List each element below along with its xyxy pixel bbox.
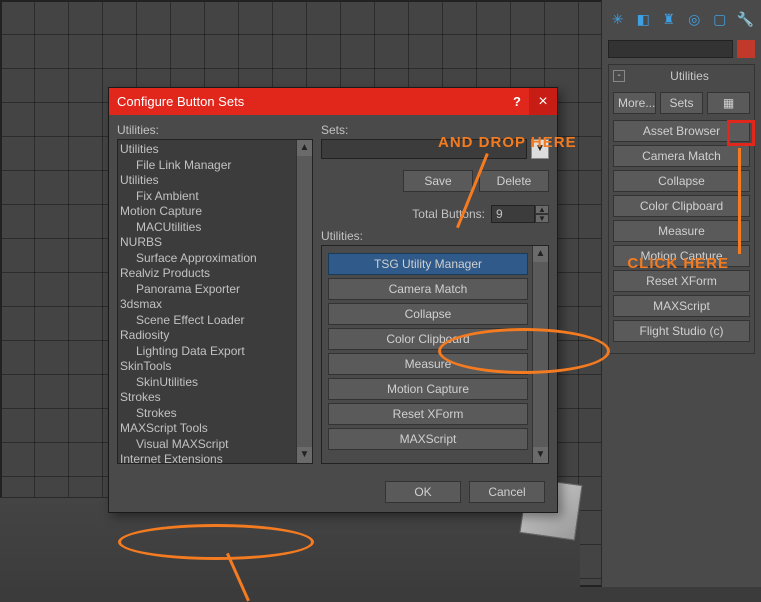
dialog-footer: OK Cancel: [109, 472, 557, 512]
panel-filter-row: [608, 40, 755, 58]
close-button[interactable]: ×: [529, 88, 557, 115]
delete-button[interactable]: Delete: [479, 170, 549, 192]
tree-item[interactable]: Panorama Exporter: [120, 282, 312, 298]
utility-button[interactable]: Asset Browser: [613, 120, 750, 142]
utility-slot-button[interactable]: Collapse: [328, 303, 528, 325]
utility-slot-button[interactable]: Measure: [328, 353, 528, 375]
hierarchy-tab-icon[interactable]: ♜: [659, 9, 679, 29]
rollout-title: Utilities: [629, 69, 750, 83]
tree-scrollbar[interactable]: ▲ ▼: [296, 140, 312, 463]
annotation-drop-here: AND DROP HERE: [438, 134, 577, 151]
tree-item[interactable]: Fix Ambient: [120, 189, 312, 205]
utility-button[interactable]: Collapse: [613, 170, 750, 192]
utility-button[interactable]: Measure: [613, 220, 750, 242]
tree-category[interactable]: Utilities: [120, 173, 312, 189]
save-button[interactable]: Save: [403, 170, 473, 192]
list-scrollbar[interactable]: ▲ ▼: [532, 246, 548, 463]
utility-button[interactable]: Reset XForm: [613, 270, 750, 292]
utility-slot-button[interactable]: Camera Match: [328, 278, 528, 300]
scroll-up-icon[interactable]: ▲: [297, 140, 312, 156]
tree-item[interactable]: File Link Manager: [120, 158, 312, 174]
total-buttons-input[interactable]: [491, 205, 535, 223]
motion-tab-icon[interactable]: ◎: [685, 9, 705, 29]
annotation-click-here: CLICK HERE: [627, 255, 729, 272]
rollout-toggle[interactable]: -: [613, 70, 625, 82]
right-column: Sets: ▼ Save Delete Total Buttons: ▲ ▼: [321, 123, 549, 464]
utility-buttons-list[interactable]: TSG Utility Manager Camera Match Collapse C…: [321, 245, 549, 464]
modify-tab-icon[interactable]: ◧: [634, 9, 654, 29]
utilities-tree[interactable]: UtilitiesFile Link ManagerUtilitiesFix A…: [117, 139, 313, 464]
tree-category[interactable]: Motion Capture: [120, 204, 312, 220]
utility-button[interactable]: Color Clipboard: [613, 195, 750, 217]
total-buttons-spinner[interactable]: ▲ ▼: [491, 205, 549, 223]
utilities-rollout: - Utilities More... Sets ▦ Asset Browser…: [608, 64, 755, 354]
tree-category[interactable]: 3dsmax: [120, 297, 312, 313]
cancel-button[interactable]: Cancel: [469, 481, 545, 503]
scroll-down-icon[interactable]: ▼: [533, 447, 548, 463]
utilities-tab-icon[interactable]: 🔧: [736, 9, 756, 29]
scroll-up-icon[interactable]: ▲: [533, 246, 548, 262]
tree-item[interactable]: MACUtilities: [120, 220, 312, 236]
tree-item[interactable]: Strokes: [120, 406, 312, 422]
tree-category[interactable]: MAXScript Tools: [120, 421, 312, 437]
tree-item[interactable]: Surface Approximation: [120, 251, 312, 267]
tree-category[interactable]: Internet Extensions: [120, 452, 312, 464]
tree-category[interactable]: NURBS: [120, 235, 312, 251]
command-panel: ✳ ◧ ♜ ◎ ▢ 🔧 - Utilities More... Sets ▦ A…: [601, 0, 761, 587]
utility-slot-button[interactable]: MAXScript: [328, 428, 528, 450]
tree-item[interactable]: Lighting Data Export: [120, 344, 312, 360]
utility-button[interactable]: Flight Studio (c): [613, 320, 750, 342]
spinner-down-icon[interactable]: ▼: [535, 214, 549, 223]
panel-tabs: ✳ ◧ ♜ ◎ ▢ 🔧: [602, 0, 761, 38]
spinner-up-icon[interactable]: ▲: [535, 205, 549, 214]
dialog-title: Configure Button Sets: [117, 94, 505, 109]
more-button[interactable]: More...: [613, 92, 656, 114]
left-column: Utilities: UtilitiesFile Link ManagerUti…: [117, 123, 313, 464]
scroll-down-icon[interactable]: ▼: [297, 447, 312, 463]
utility-button[interactable]: MAXScript: [613, 295, 750, 317]
tree-category[interactable]: Realviz Products: [120, 266, 312, 282]
tree-category[interactable]: Strokes: [120, 390, 312, 406]
tree-item[interactable]: Visual MAXScript: [120, 437, 312, 453]
utility-slot-button[interactable]: Reset XForm: [328, 403, 528, 425]
tree-category[interactable]: Utilities: [120, 142, 312, 158]
help-button[interactable]: ?: [505, 94, 529, 109]
dialog-titlebar[interactable]: Configure Button Sets ? ×: [109, 88, 557, 115]
utilities-label: Utilities:: [117, 123, 313, 137]
utility-slot-button[interactable]: Motion Capture: [328, 378, 528, 400]
utility-slot-button[interactable]: TSG Utility Manager: [328, 253, 528, 275]
panel-filter-input[interactable]: [608, 40, 733, 58]
tree-category[interactable]: Radiosity: [120, 328, 312, 344]
sets-button[interactable]: Sets: [660, 92, 703, 114]
utility-button[interactable]: Camera Match: [613, 145, 750, 167]
create-tab-icon[interactable]: ✳: [608, 9, 628, 29]
tree-category[interactable]: SkinTools: [120, 359, 312, 375]
ok-button[interactable]: OK: [385, 481, 461, 503]
annotation-arrow-line: [738, 148, 741, 254]
configure-sets-button[interactable]: ▦: [707, 92, 750, 114]
panel-filter-clear[interactable]: [737, 40, 755, 58]
tree-item[interactable]: Scene Effect Loader: [120, 313, 312, 329]
utilities2-label: Utilities:: [321, 229, 549, 243]
display-tab-icon[interactable]: ▢: [710, 9, 730, 29]
tree-item[interactable]: SkinUtilities: [120, 375, 312, 391]
utility-slot-button[interactable]: Color Clipboard: [328, 328, 528, 350]
